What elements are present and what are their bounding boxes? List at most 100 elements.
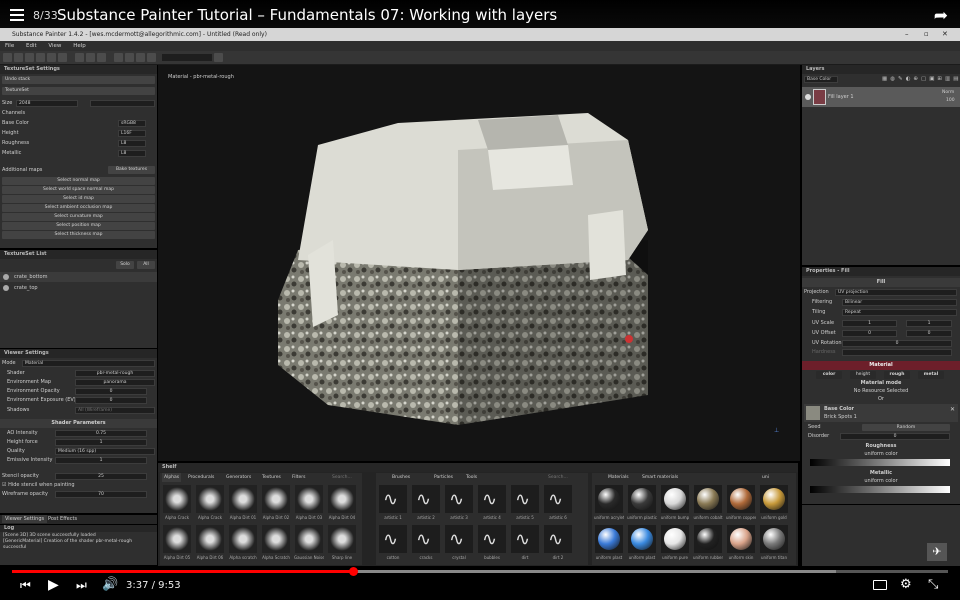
paint-tool-icon[interactable] <box>3 53 12 62</box>
uv-scale-v[interactable]: 1 <box>906 320 952 327</box>
wireframe-opacity-slider[interactable]: 70 <box>55 491 147 498</box>
stencil-opacity-slider[interactable]: 25 <box>55 473 147 480</box>
layer-tools-icons[interactable]: ▦◍✎◐⊕▢▣⊞▥▤ <box>882 76 960 82</box>
select-id-map-button[interactable]: Select id map <box>2 195 155 203</box>
all-button[interactable]: All <box>137 261 155 269</box>
tab-viewer-settings[interactable]: Viewer Settings <box>2 515 48 523</box>
material-thumbnail[interactable] <box>628 525 656 553</box>
tiling-select[interactable]: Repeat <box>842 309 957 316</box>
material-thumbnail[interactable] <box>694 525 722 553</box>
layer-row[interactable]: Fill layer 1 Norm 100 <box>802 87 960 107</box>
mode-select[interactable]: Material <box>22 360 155 367</box>
alpha-thumbnail[interactable] <box>163 485 191 513</box>
tab-filters[interactable]: Filters <box>292 473 306 482</box>
projection-select[interactable]: UV projection <box>835 289 957 296</box>
material-thumbnail[interactable] <box>760 485 788 513</box>
uv-rotation-slider[interactable]: 0 <box>842 340 952 347</box>
layer-blend[interactable]: Norm <box>942 90 954 95</box>
alpha-thumbnail[interactable] <box>295 485 323 513</box>
shadows-select[interactable]: All (Wireframe) <box>75 407 155 414</box>
material-header[interactable]: Material <box>802 361 960 370</box>
remove-icon[interactable]: ✕ <box>950 406 955 413</box>
layer-name[interactable]: Fill layer 1 <box>828 94 854 100</box>
solo-button[interactable]: Solo <box>116 261 134 269</box>
material-thumbnail[interactable] <box>727 525 755 553</box>
close-icon[interactable]: ✕ <box>942 28 948 41</box>
brush-thumbnail[interactable]: ∿ <box>412 525 440 553</box>
fill-header[interactable]: Fill <box>802 278 960 287</box>
env-opacity-slider[interactable]: 0 <box>75 388 147 395</box>
channel-select[interactable]: Base Color <box>804 76 838 83</box>
share-icon[interactable]: ➦ <box>934 6 948 26</box>
uv-offset-v[interactable]: 0 <box>906 330 952 337</box>
camera-icon[interactable] <box>86 53 95 62</box>
material-thumbnail[interactable] <box>628 485 656 513</box>
undo-stack-button[interactable]: Undo stack <box>2 76 155 84</box>
toolbar-field[interactable] <box>162 54 212 61</box>
brush-thumbnail[interactable]: ∿ <box>478 485 506 513</box>
material-thumbnail[interactable] <box>694 485 722 513</box>
visibility-icon[interactable] <box>3 274 9 280</box>
select-world-normal-button[interactable]: Select world space normal map <box>2 186 155 194</box>
symmetry-icon[interactable] <box>75 53 84 62</box>
tab-tools[interactable]: Tools <box>466 473 477 482</box>
height-force-slider[interactable]: 1 <box>55 439 147 446</box>
alpha-thumbnail[interactable] <box>295 525 323 553</box>
material-thumbnail[interactable] <box>727 485 755 513</box>
tab-textures[interactable]: Textures <box>262 473 281 482</box>
channel-format[interactable]: sRGB8 <box>118 120 146 127</box>
brush-thumbnail[interactable]: ∿ <box>511 485 539 513</box>
channel-format[interactable]: L8 <box>118 140 146 147</box>
alpha-thumbnail[interactable] <box>163 525 191 553</box>
maximize-icon[interactable]: ▫ <box>924 28 929 41</box>
env-exposure-slider[interactable]: 0 <box>75 397 147 404</box>
uv-scale-u[interactable]: 1 <box>842 320 897 327</box>
emissive-slider[interactable]: 1 <box>55 457 147 464</box>
alpha-thumbnail[interactable] <box>196 525 224 553</box>
shader-params-header[interactable]: Shader Parameters <box>0 419 157 428</box>
eraser-tool-icon[interactable] <box>14 53 23 62</box>
menu-view[interactable]: View <box>48 43 61 49</box>
tab-materials[interactable]: Materials <box>608 473 629 482</box>
brush-thumbnail[interactable]: ∿ <box>445 485 473 513</box>
select-normal-map-button[interactable]: Select normal map <box>2 177 155 185</box>
brush-thumbnail[interactable]: ∿ <box>544 525 572 553</box>
video-title[interactable]: Substance Painter Tutorial – Fundamental… <box>57 6 557 24</box>
brush-thumbnail[interactable]: ∿ <box>412 485 440 513</box>
channel-format[interactable]: L16F <box>118 130 146 137</box>
brush-thumbnail[interactable]: ∿ <box>478 525 506 553</box>
material-thumbnail[interactable] <box>595 485 623 513</box>
select-thickness-map-button[interactable]: Select thickness map <box>2 231 155 239</box>
size-secondary-select[interactable] <box>90 100 155 107</box>
quality-select[interactable]: Medium (16 spp) <box>55 448 155 455</box>
playlist-menu-icon[interactable] <box>10 9 24 21</box>
alpha-thumbnail[interactable] <box>262 485 290 513</box>
progress-scrubber[interactable] <box>349 567 358 576</box>
list-item[interactable]: crate_bottom <box>0 272 157 282</box>
textureset-button[interactable]: TextureSet <box>2 87 155 95</box>
mode-3d-icon[interactable] <box>125 53 134 62</box>
next-icon[interactable]: ⏭ <box>76 578 87 593</box>
select-curvature-map-button[interactable]: Select curvature map <box>2 213 155 221</box>
shelf-search[interactable]: Search... <box>332 473 352 482</box>
list-item[interactable]: crate_top <box>0 283 157 293</box>
tab-particles[interactable]: Particles <box>434 473 453 482</box>
env-map-select[interactable]: panorama <box>75 379 155 386</box>
tab-brushes[interactable]: Brushes <box>392 473 410 482</box>
3d-viewport[interactable]: Material - pbr-metal-rough ⊥ <box>158 65 800 461</box>
alpha-thumbnail[interactable] <box>196 485 224 513</box>
alpha-thumbnail[interactable] <box>229 525 257 553</box>
alpha-thumbnail[interactable] <box>229 485 257 513</box>
tab-post-effects[interactable]: Post Effects <box>48 516 77 522</box>
previous-icon[interactable]: ⏮ <box>20 578 31 593</box>
exit-fullscreen-icon[interactable]: ⤡ <box>928 577 938 592</box>
brush-thumbnail[interactable]: ∿ <box>379 485 407 513</box>
base-color-slot[interactable]: Base Color Brick Spots 1 ✕ <box>804 404 958 422</box>
channel-format[interactable]: L8 <box>118 150 146 157</box>
filtering-select[interactable]: Bilinear <box>842 299 957 306</box>
menu-edit[interactable]: Edit <box>26 43 37 49</box>
uv-offset-u[interactable]: 0 <box>842 330 897 337</box>
menu-help[interactable]: Help <box>73 43 86 49</box>
play-icon[interactable]: ▶ <box>48 577 59 593</box>
material-thumbnail[interactable] <box>661 485 689 513</box>
